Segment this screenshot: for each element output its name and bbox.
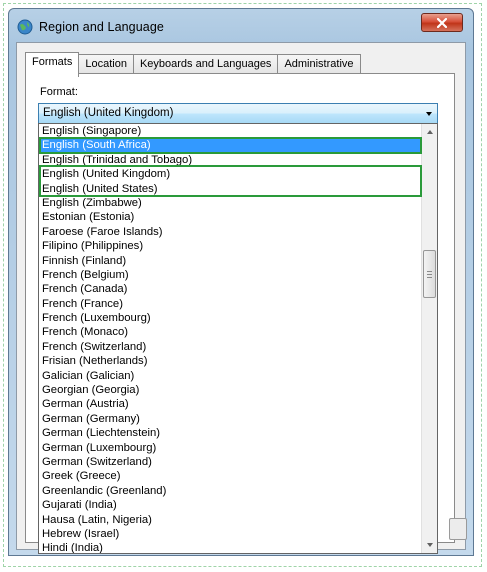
grip-line [427, 271, 432, 272]
arrow-down-icon [427, 543, 433, 547]
scroll-up-button[interactable] [422, 124, 437, 140]
dropdown-item[interactable]: Hebrew (Israel) [39, 527, 422, 541]
dropdown-item[interactable]: Hindi (India) [39, 541, 422, 553]
format-combobox[interactable]: English (United Kingdom) [38, 103, 438, 124]
dropdown-item[interactable]: German (Switzerland) [39, 455, 422, 469]
chevron-down-icon[interactable] [426, 112, 432, 116]
close-button[interactable] [421, 13, 463, 32]
dropdown-item[interactable]: Estonian (Estonia) [39, 210, 422, 224]
dropdown-item[interactable]: German (Liechtenstein) [39, 426, 422, 440]
grip-line [427, 274, 432, 275]
dropdown-item[interactable]: Galician (Galician) [39, 369, 422, 383]
tab-strip: Formats Location Keyboards and Languages… [25, 52, 361, 77]
scroll-down-button[interactable] [422, 537, 437, 553]
dropdown-item[interactable]: French (Luxembourg) [39, 311, 422, 325]
arrow-up-icon [427, 130, 433, 134]
hidden-button-edge [449, 518, 467, 540]
dropdown-items: English (Singapore) English (South Africa… [39, 124, 422, 553]
close-icon [437, 17, 447, 28]
dropdown-item[interactable]: Faroese (Faroe Islands) [39, 225, 422, 239]
dropdown-item[interactable]: English (Singapore) [39, 124, 422, 138]
format-label: Format: [40, 86, 78, 98]
format-dropdown-list[interactable]: English (Singapore) English (South Africa… [38, 123, 438, 554]
dropdown-item[interactable]: Frisian (Netherlands) [39, 354, 422, 368]
dropdown-item[interactable]: French (France) [39, 297, 422, 311]
tab-formats[interactable]: Formats [25, 52, 80, 77]
dropdown-item[interactable]: English (South Africa) [39, 138, 422, 153]
dropdown-item[interactable]: French (Canada) [39, 282, 422, 296]
window-title: Region and Language [39, 20, 164, 34]
globe-icon [17, 19, 33, 35]
format-combobox-value: English (United Kingdom) [43, 107, 174, 119]
dropdown-item[interactable]: English (United States) [39, 182, 422, 196]
dropdown-item[interactable]: Finnish (Finland) [39, 254, 422, 268]
dropdown-item[interactable]: English (United Kingdom) [39, 167, 422, 181]
dropdown-item[interactable]: German (Luxembourg) [39, 441, 422, 455]
dropdown-item[interactable]: Gujarati (India) [39, 498, 422, 512]
dropdown-item[interactable]: Greenlandic (Greenland) [39, 484, 422, 498]
dropdown-scrollbar[interactable] [421, 124, 437, 553]
dropdown-item[interactable]: English (Zimbabwe) [39, 196, 422, 210]
dropdown-item[interactable]: Georgian (Georgia) [39, 383, 422, 397]
dropdown-item[interactable]: German (Austria) [39, 397, 422, 411]
dropdown-item[interactable]: Filipino (Philippines) [39, 239, 422, 253]
grip-line [427, 277, 432, 278]
dropdown-item[interactable]: Hausa (Latin, Nigeria) [39, 513, 422, 527]
dropdown-item[interactable]: French (Monaco) [39, 325, 422, 339]
dropdown-item[interactable]: German (Germany) [39, 412, 422, 426]
title-bar[interactable]: Region and Language [9, 9, 473, 45]
scrollbar-thumb[interactable] [423, 250, 436, 298]
dropdown-item[interactable]: Greek (Greece) [39, 469, 422, 483]
dropdown-item[interactable]: French (Switzerland) [39, 340, 422, 354]
dropdown-item[interactable]: French (Belgium) [39, 268, 422, 282]
dropdown-item[interactable]: English (Trinidad and Tobago) [39, 153, 422, 167]
